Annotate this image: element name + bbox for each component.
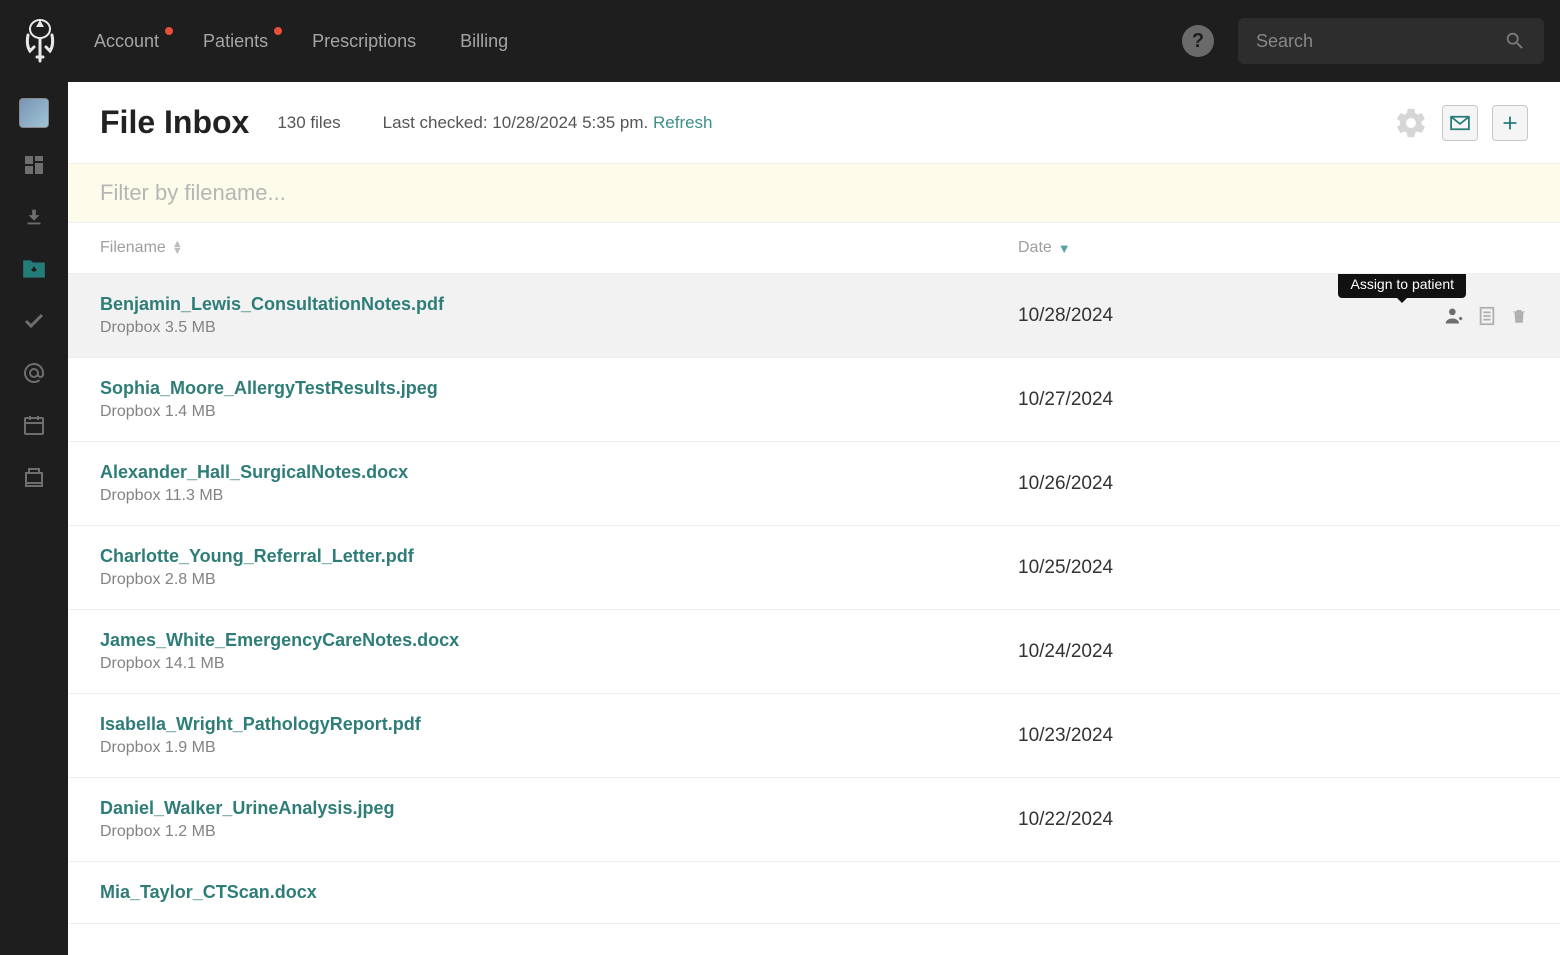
file-count: 130 files (277, 113, 340, 133)
search-input[interactable] (1256, 31, 1504, 52)
file-name[interactable]: Alexander_Hall_SurgicalNotes.docx (100, 462, 1018, 483)
search-icon (1504, 30, 1526, 52)
sidebar-file-inbox[interactable] (17, 252, 51, 286)
help-button[interactable]: ? (1182, 25, 1214, 57)
file-date: 10/25/2024 (1018, 557, 1398, 579)
page-title: File Inbox (100, 104, 249, 141)
sidebar-mentions[interactable] (17, 356, 51, 390)
file-meta: Dropbox 3.5 MB (100, 319, 1018, 337)
sidebar-profile[interactable] (17, 96, 51, 130)
header-actions (1394, 105, 1528, 141)
settings-button[interactable] (1394, 106, 1428, 140)
assign-to-patient-button[interactable] (1444, 306, 1464, 326)
file-name[interactable]: Mia_Taylor_CTScan.docx (100, 882, 1018, 903)
file-row[interactable]: Charlotte_Young_Referral_Letter.pdf Dropb… (68, 526, 1560, 610)
topnav-item-account[interactable]: Account (94, 31, 159, 52)
topnav-item-billing[interactable]: Billing (460, 31, 508, 52)
column-filename[interactable]: Filename ▲▼ (100, 239, 1018, 257)
sidebar (0, 82, 68, 955)
folder-download-icon (21, 258, 47, 280)
table-header: Filename ▲▼ Date ▼ (68, 223, 1560, 274)
archive-icon (1478, 306, 1496, 326)
file-name[interactable]: Isabella_Wright_PathologyReport.pdf (100, 714, 1018, 735)
at-icon (22, 361, 46, 385)
file-row[interactable]: Daniel_Walker_UrineAnalysis.jpeg Dropbox … (68, 778, 1560, 862)
file-row[interactable]: Isabella_Wright_PathologyReport.pdf Dropb… (68, 694, 1560, 778)
file-row[interactable]: Sophia_Moore_AllergyTestResults.jpeg Drop… (68, 358, 1560, 442)
topnav-item-patients[interactable]: Patients (203, 31, 268, 52)
file-row[interactable]: Mia_Taylor_CTScan.docx (68, 862, 1560, 924)
add-button[interactable] (1492, 105, 1528, 141)
file-meta: Dropbox 1.2 MB (100, 823, 1018, 841)
sidebar-calendar[interactable] (17, 408, 51, 442)
file-row[interactable]: James_White_EmergencyCareNotes.docx Dropb… (68, 610, 1560, 694)
file-list: Benjamin_Lewis_ConsultationNotes.pdf Drop… (68, 274, 1560, 955)
last-checked: Last checked: 10/28/2024 5:35 pm. Refres… (383, 113, 713, 133)
avatar (19, 98, 49, 128)
file-meta: Dropbox 1.9 MB (100, 739, 1018, 757)
archive-button[interactable] (1478, 306, 1496, 326)
sidebar-fax[interactable] (17, 460, 51, 494)
envelope-icon (1449, 115, 1471, 131)
email-button[interactable] (1442, 105, 1478, 141)
topbar: Account Patients Prescriptions Billing ? (0, 0, 1560, 82)
sort-desc-icon: ▼ (1058, 241, 1071, 256)
person-add-icon (1444, 306, 1464, 326)
file-name[interactable]: Daniel_Walker_UrineAnalysis.jpeg (100, 798, 1018, 819)
topnav-item-prescriptions[interactable]: Prescriptions (312, 31, 416, 52)
file-date: 10/23/2024 (1018, 725, 1398, 747)
gear-icon (1394, 106, 1428, 140)
page-header: File Inbox 130 files Last checked: 10/28… (68, 82, 1560, 164)
file-row[interactable]: Alexander_Hall_SurgicalNotes.docx Dropbox… (68, 442, 1560, 526)
refresh-link[interactable]: Refresh (653, 113, 713, 132)
file-date: 10/22/2024 (1018, 809, 1398, 831)
file-name[interactable]: James_White_EmergencyCareNotes.docx (100, 630, 1018, 651)
search-bar[interactable] (1238, 18, 1544, 64)
sidebar-download[interactable] (17, 200, 51, 234)
file-date: 10/26/2024 (1018, 473, 1398, 495)
checkmark-icon (22, 309, 46, 333)
main-content: File Inbox 130 files Last checked: 10/28… (68, 82, 1560, 955)
app-logo[interactable] (16, 17, 64, 65)
file-meta: Dropbox 14.1 MB (100, 655, 1018, 673)
file-name[interactable]: Charlotte_Young_Referral_Letter.pdf (100, 546, 1018, 567)
file-meta: Dropbox 1.4 MB (100, 403, 1018, 421)
file-name[interactable]: Benjamin_Lewis_ConsultationNotes.pdf (100, 294, 1018, 315)
filter-input[interactable] (100, 180, 1528, 206)
calendar-icon (22, 413, 46, 437)
file-meta: Dropbox 11.3 MB (100, 487, 1018, 505)
file-row[interactable]: Benjamin_Lewis_ConsultationNotes.pdf Drop… (68, 274, 1560, 358)
row-actions (1398, 306, 1528, 326)
sort-icon: ▲▼ (172, 241, 183, 255)
column-date[interactable]: Date ▼ (1018, 239, 1398, 257)
file-date: 10/24/2024 (1018, 641, 1398, 663)
delete-button[interactable] (1510, 306, 1528, 326)
file-date: 10/27/2024 (1018, 389, 1398, 411)
plus-icon (1499, 112, 1521, 134)
sidebar-tasks[interactable] (17, 304, 51, 338)
trash-icon (1510, 306, 1528, 326)
download-icon (23, 206, 45, 228)
fax-icon (22, 465, 46, 489)
tooltip-assign: Assign to patient (1338, 274, 1466, 298)
file-name[interactable]: Sophia_Moore_AllergyTestResults.jpeg (100, 378, 1018, 399)
top-navigation: Account Patients Prescriptions Billing (94, 31, 1182, 52)
file-meta: Dropbox 2.8 MB (100, 571, 1018, 589)
filter-bar (68, 164, 1560, 223)
sidebar-dashboard[interactable] (17, 148, 51, 182)
dashboard-icon (22, 153, 46, 177)
file-date: 10/28/2024 (1018, 305, 1398, 327)
